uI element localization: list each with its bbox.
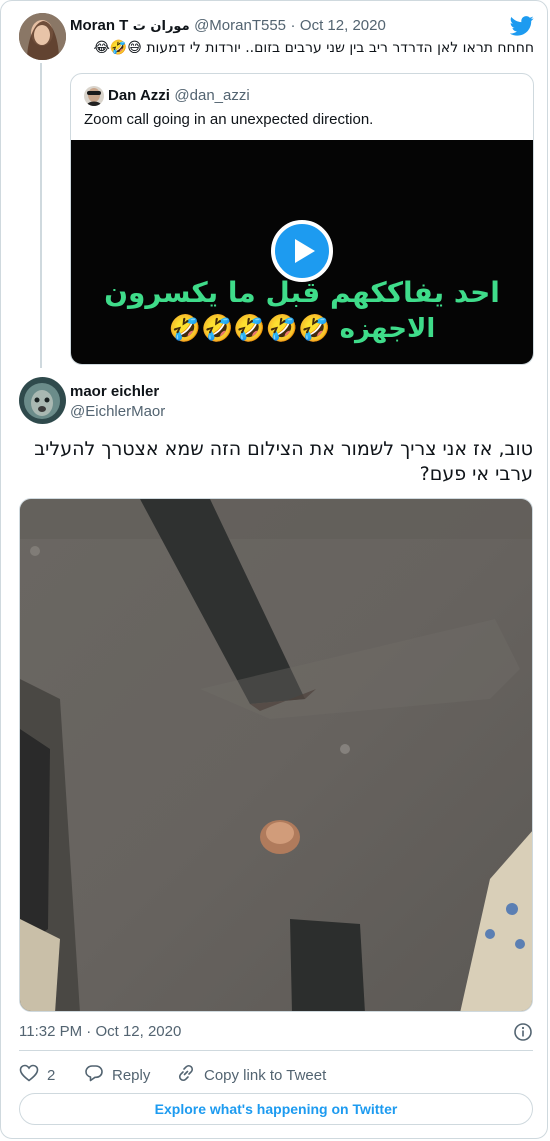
reply-to-date[interactable]: Oct 12, 2020 bbox=[300, 17, 386, 34]
reply-button[interactable]: Reply bbox=[84, 1063, 150, 1087]
separator: · bbox=[86, 1023, 92, 1040]
like-count: 2 bbox=[47, 1066, 56, 1084]
explore-button[interactable]: Explore what's happening on Twitter bbox=[19, 1093, 533, 1125]
twitter-bird-icon[interactable] bbox=[509, 16, 534, 36]
avatar-maor[interactable] bbox=[19, 377, 66, 424]
avatar-moran[interactable] bbox=[19, 13, 66, 60]
play-button[interactable] bbox=[271, 220, 333, 282]
tweet-time[interactable]: 11:32 PM bbox=[19, 1023, 82, 1040]
main-tweet-text: טוב, אז אני צריך לשמור את הצילום הזה שמא… bbox=[34, 438, 533, 485]
info-icon[interactable] bbox=[513, 1022, 533, 1042]
divider bbox=[19, 1050, 533, 1051]
timestamp[interactable]: 11:32 PM · Oct 12, 2020 bbox=[19, 1023, 181, 1040]
video-thumbnail[interactable]: احد يفاككهم قبل ما يكسرون الاجهزه 🤣🤣🤣🤣🤣 bbox=[71, 140, 533, 364]
reply-icon bbox=[84, 1063, 104, 1087]
quoted-tweet[interactable]: Dan Azzi @dan_azzi Zoom call going in an… bbox=[70, 73, 534, 365]
reply-to-handle[interactable]: @MoranT555 bbox=[194, 17, 286, 34]
quoted-header: Dan Azzi @dan_azzi bbox=[108, 87, 250, 105]
copy-link-label: Copy link to Tweet bbox=[204, 1066, 327, 1084]
like-button[interactable]: 2 bbox=[19, 1063, 55, 1087]
thread-line bbox=[40, 63, 42, 368]
reply-to-display-name-extra: موران ت bbox=[132, 19, 190, 34]
tweet-photo[interactable] bbox=[19, 498, 533, 1012]
reply-label: Reply bbox=[112, 1066, 151, 1084]
main-display-name[interactable]: maor eichler bbox=[70, 383, 159, 400]
copy-link-button[interactable]: Copy link to Tweet bbox=[176, 1063, 326, 1087]
video-caption-line2: الاجهزه 🤣🤣🤣🤣🤣 bbox=[168, 314, 436, 344]
heart-icon bbox=[19, 1063, 39, 1087]
main-handle[interactable]: @EichlerMaor bbox=[70, 403, 165, 420]
reply-to-text: חחחח תראו לאן הדרדר ריב בין שני ערבים בז… bbox=[93, 40, 535, 56]
tweet-date[interactable]: Oct 12, 2020 bbox=[95, 1023, 181, 1040]
link-icon bbox=[176, 1063, 196, 1087]
separator: · bbox=[290, 17, 296, 34]
quoted-display-name: Dan Azzi bbox=[108, 87, 170, 104]
reply-to-header: Moran T موران ت @MoranT555 · Oct 12, 202… bbox=[70, 17, 386, 35]
embedded-tweet-card: Moran T موران ت @MoranT555 · Oct 12, 202… bbox=[0, 0, 548, 1139]
avatar-dan bbox=[84, 86, 104, 106]
reply-to-display-name[interactable]: Moran T bbox=[70, 17, 128, 34]
quoted-handle: @dan_azzi bbox=[174, 87, 250, 104]
quoted-text: Zoom call going in an unexpected directi… bbox=[84, 111, 374, 128]
